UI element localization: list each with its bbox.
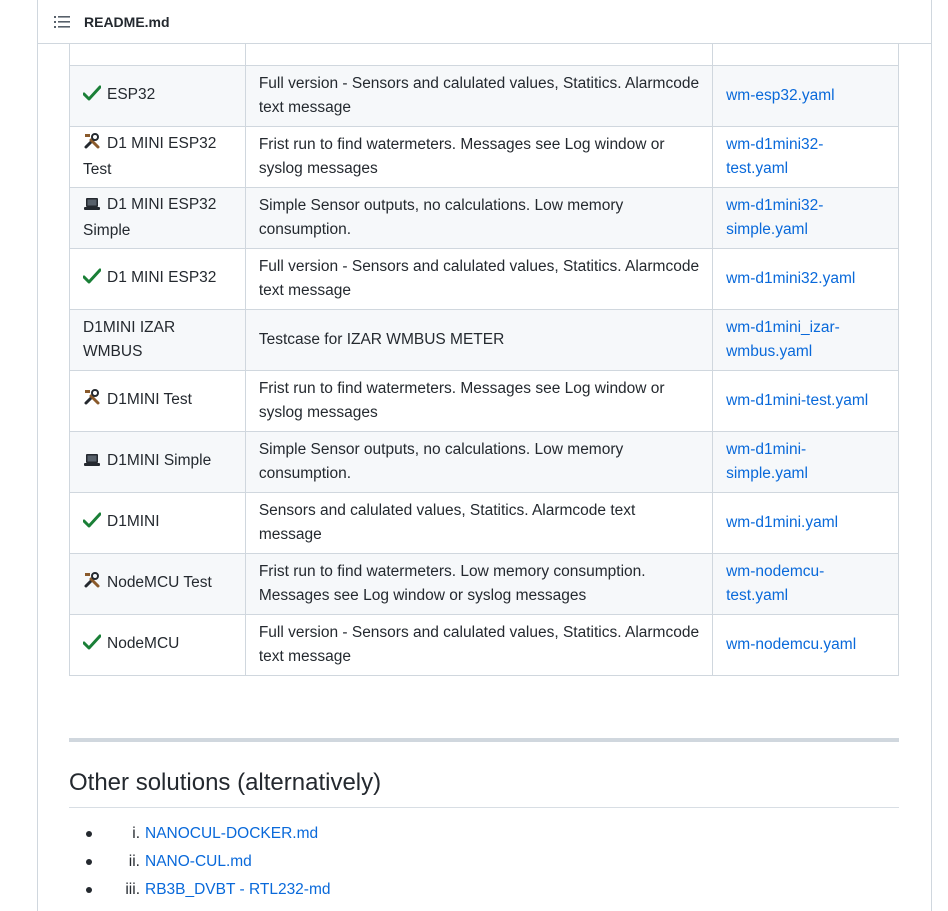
board-cell: D1 MINI ESP32	[69, 248, 246, 310]
table-row: D1MINI IZAR WMBUS Testcase for IZAR WMBUS…	[69, 309, 899, 371]
check-icon	[82, 512, 102, 536]
description-cell: Frist run to find watermeters. Low memor…	[244, 553, 714, 615]
tools-icon	[83, 132, 101, 158]
yaml-file-link[interactable]: wm-d1mini-simple.yaml	[726, 441, 808, 482]
list-number: ii.	[128, 853, 140, 870]
file-cell: wm-d1mini32.yaml	[712, 248, 899, 310]
board-name: NodeMCU Test	[107, 574, 212, 591]
yaml-file-link[interactable]: wm-esp32.yaml	[726, 87, 835, 104]
description-cell: Testcase for IZAR WMBUS METER	[244, 309, 714, 371]
check-icon	[82, 85, 102, 109]
list-item: ii. NANO-CUL.md	[69, 848, 331, 876]
section-heading: Other solutions (alternatively)	[69, 768, 899, 808]
board-name: D1MINI Simple	[107, 452, 212, 469]
boards-table-wrapper: consumption.simple.yamlESP32Full version…	[69, 4, 899, 676]
description-cell: Full version - Sensors and calulated val…	[244, 248, 714, 310]
board-name: NodeMCU	[107, 635, 180, 652]
list-number: i.	[132, 825, 140, 842]
list-item: i. NANOCUL-DOCKER.md	[69, 820, 331, 848]
tools-icon	[83, 388, 101, 414]
description-cell: Sensors and calulated values, Statitics.…	[244, 492, 714, 554]
board-cell: D1MINI	[69, 492, 246, 554]
table-row: D1 MINI ESP32 Full version - Sensors and …	[69, 248, 899, 310]
table-row: D1 MINI ESP32 Simple Simple Sensor output…	[69, 187, 899, 249]
solutions-list: i. NANOCUL-DOCKER.md ii. NANO-CUL.md iii. RB3…	[69, 820, 331, 904]
board-cell: NodeMCU	[69, 614, 246, 676]
board-name: ESP32	[107, 86, 156, 103]
board-cell: NodeMCU Test	[69, 553, 246, 615]
yaml-file-link[interactable]: wm-d1mini.yaml	[726, 514, 838, 531]
board-name: D1MINI	[107, 513, 160, 530]
yaml-file-link[interactable]: wm-d1mini_izar-wmbus.yaml	[726, 319, 840, 360]
file-name: README.md	[84, 13, 170, 30]
file-cell: wm-d1mini32-simple.yaml	[712, 187, 899, 249]
list-number: iii.	[125, 881, 140, 898]
description-cell: Simple Sensor outputs, no calculations. …	[244, 187, 714, 249]
yaml-file-link[interactable]: wm-d1mini32-simple.yaml	[726, 197, 823, 238]
table-row: NodeMCU Full version - Sensors and calula…	[69, 614, 899, 676]
horizontal-rule	[69, 738, 899, 742]
file-cell: wm-d1mini.yaml	[712, 492, 899, 554]
list-icon[interactable]	[54, 15, 70, 29]
file-cell: wm-d1mini_izar-wmbus.yaml	[712, 309, 899, 371]
tools-icon	[83, 571, 101, 597]
description-cell: Simple Sensor outputs, no calculations. …	[244, 431, 714, 493]
description-cell: Frist run to find watermeters. Messages …	[244, 126, 714, 188]
check-icon	[82, 634, 102, 658]
readme-panel: README.md consumption.simple.yamlESP32Fu…	[37, 0, 932, 911]
table-row: D1 MINI ESP32 Test Frist run to find wate…	[69, 126, 899, 188]
file-cell: wm-d1mini-simple.yaml	[712, 431, 899, 493]
file-cell: wm-d1mini32-test.yaml	[712, 126, 899, 188]
check-icon	[82, 268, 102, 292]
description-cell: Full version - Sensors and calulated val…	[244, 65, 714, 127]
description-cell: Full version - Sensors and calulated val…	[244, 614, 714, 676]
yaml-file-link[interactable]: wm-nodemcu-test.yaml	[726, 563, 824, 604]
list-item: iii. RB3B_DVBT - RTL232-md	[69, 876, 331, 904]
board-name: D1MINI IZAR WMBUS	[83, 319, 176, 360]
board-cell: D1MINI Simple	[69, 431, 246, 493]
board-name: D1MINI Test	[107, 391, 192, 408]
board-name: D1 MINI ESP32 Test	[83, 135, 217, 178]
laptop-icon	[83, 195, 101, 219]
boards-table: consumption.simple.yamlESP32Full version…	[69, 4, 899, 676]
board-cell: D1MINI IZAR WMBUS	[69, 309, 246, 371]
solution-link[interactable]: NANO-CUL.md	[145, 848, 252, 876]
table-row: ESP32 Full version - Sensors and calulate…	[69, 65, 899, 127]
table-row: D1MINI Test Frist run to find watermeters…	[69, 370, 899, 432]
yaml-file-link[interactable]: wm-nodemcu.yaml	[726, 636, 856, 653]
file-header: README.md	[38, 0, 931, 44]
table-row: NodeMCU Test Frist run to find watermeter…	[69, 553, 899, 615]
table-row: D1MINI Simple Simple Sensor outputs, no c…	[69, 431, 899, 493]
file-cell: wm-d1mini-test.yaml	[712, 370, 899, 432]
file-cell: wm-esp32.yaml	[712, 65, 899, 127]
board-cell: D1 MINI ESP32 Simple	[69, 187, 246, 249]
solution-link[interactable]: NANOCUL-DOCKER.md	[145, 820, 318, 848]
description-cell: Frist run to find watermeters. Messages …	[244, 370, 714, 432]
file-cell: wm-nodemcu.yaml	[712, 614, 899, 676]
board-cell: ESP32	[69, 65, 246, 127]
board-name: D1 MINI ESP32 Simple	[83, 196, 217, 239]
board-name: D1 MINI ESP32	[107, 269, 217, 286]
board-cell: D1 MINI ESP32 Test	[69, 126, 246, 188]
laptop-icon	[83, 451, 101, 475]
yaml-file-link[interactable]: wm-d1mini-test.yaml	[726, 392, 868, 409]
table-row: D1MINI Sensors and calulated values, Stat…	[69, 492, 899, 554]
solution-link[interactable]: RB3B_DVBT - RTL232-md	[145, 876, 331, 904]
board-cell: D1MINI Test	[69, 370, 246, 432]
yaml-file-link[interactable]: wm-d1mini32.yaml	[726, 270, 855, 287]
yaml-file-link[interactable]: wm-d1mini32-test.yaml	[726, 136, 823, 177]
file-cell: wm-nodemcu-test.yaml	[712, 553, 899, 615]
